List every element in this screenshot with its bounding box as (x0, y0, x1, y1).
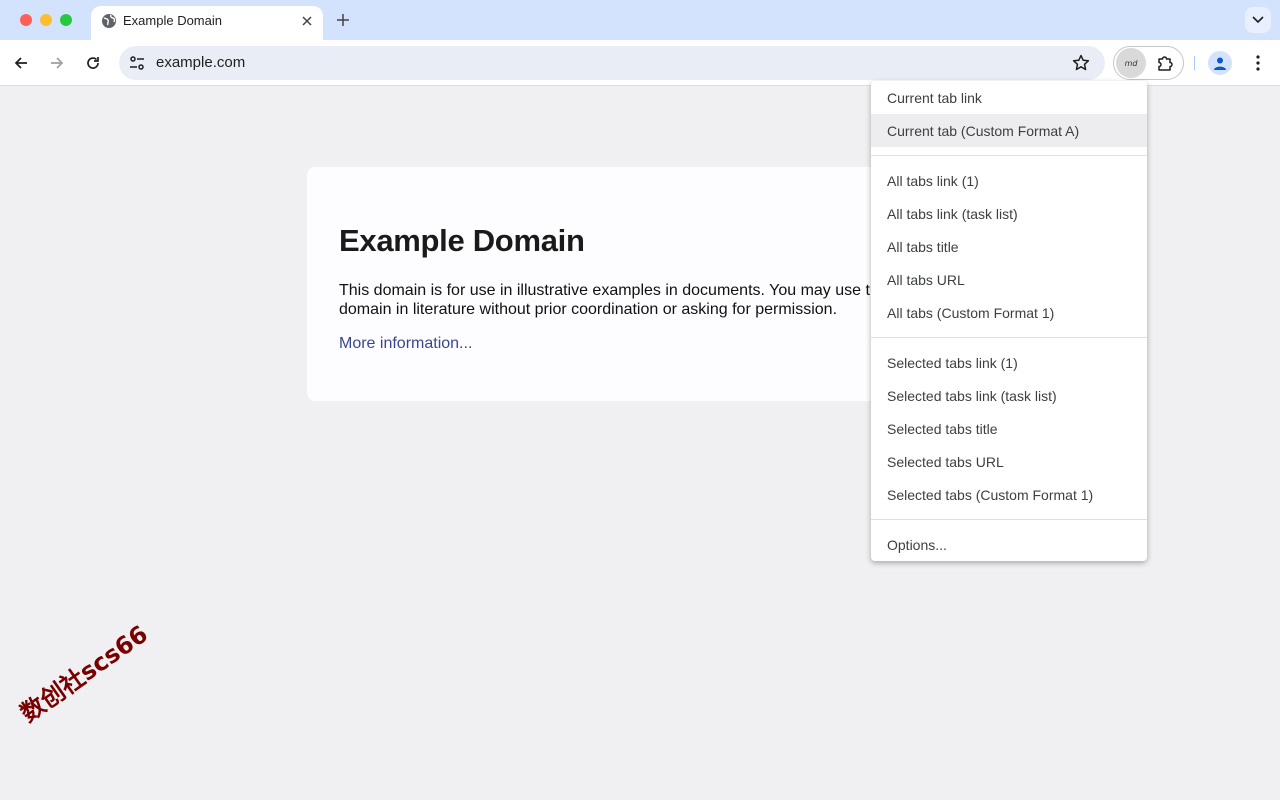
menu-kebab-icon[interactable] (1246, 51, 1270, 75)
new-tab-icon[interactable] (332, 9, 354, 31)
menu-item-all-tabs-custom-format-1[interactable]: All tabs (Custom Format 1) (871, 296, 1147, 329)
page-body-text: This domain is for use in illustrative e… (339, 282, 891, 318)
url-text[interactable]: example.com (156, 54, 245, 71)
close-tab-icon[interactable] (297, 11, 317, 31)
menu-item-selected-tabs-url[interactable]: Selected tabs URL (871, 445, 1147, 478)
reload-icon[interactable] (81, 51, 105, 75)
chevron-down-icon[interactable] (1245, 7, 1271, 33)
menu-item-options[interactable]: Options... (871, 528, 1147, 561)
window-maximize-button[interactable] (60, 14, 72, 26)
page-heading: Example Domain (339, 223, 585, 258)
bookmark-star-icon[interactable] (1071, 53, 1091, 73)
toolbar-divider (1194, 56, 1195, 70)
content-card: Example Domain This domain is for use in… (307, 167, 967, 401)
menu-item-selected-tabs-link[interactable]: Selected tabs link (1) (871, 346, 1147, 379)
browser-toolbar: example.com md (0, 40, 1280, 86)
menu-item-current-tab-link[interactable]: Current tab link (871, 81, 1147, 114)
window-minimize-button[interactable] (40, 14, 52, 26)
tab-example-domain[interactable]: Example Domain (91, 6, 323, 40)
menu-item-all-tabs-link[interactable]: All tabs link (1) (871, 164, 1147, 197)
menu-item-all-tabs-task-list[interactable]: All tabs link (task list) (871, 197, 1147, 230)
menu-divider (871, 519, 1147, 520)
profile-avatar-icon[interactable] (1208, 51, 1232, 75)
menu-item-all-tabs-url[interactable]: All tabs URL (871, 263, 1147, 296)
window-close-button[interactable] (20, 14, 32, 26)
back-icon[interactable] (9, 51, 33, 75)
extensions-group: md (1113, 46, 1184, 80)
menu-item-selected-tabs-custom-format-1[interactable]: Selected tabs (Custom Format 1) (871, 478, 1147, 511)
menu-item-current-tab-custom-format-a[interactable]: Current tab (Custom Format A) (871, 114, 1147, 147)
menu-divider (871, 337, 1147, 338)
copy-format-menu: Current tab link Current tab (Custom For… (871, 81, 1147, 561)
site-settings-icon[interactable] (127, 53, 147, 73)
markdown-extension-button[interactable]: md (1116, 48, 1146, 78)
more-information-link[interactable]: More information... (339, 335, 472, 353)
menu-divider (871, 155, 1147, 156)
globe-icon (101, 13, 117, 29)
menu-item-selected-tabs-title[interactable]: Selected tabs title (871, 412, 1147, 445)
menu-item-selected-tabs-task-list[interactable]: Selected tabs link (task list) (871, 379, 1147, 412)
puzzle-icon[interactable] (1155, 53, 1175, 73)
address-bar[interactable]: example.com (119, 46, 1105, 80)
tab-strip: Example Domain (0, 0, 1280, 40)
menu-item-all-tabs-title[interactable]: All tabs title (871, 230, 1147, 263)
tab-title: Example Domain (123, 13, 222, 28)
forward-icon[interactable] (45, 51, 69, 75)
